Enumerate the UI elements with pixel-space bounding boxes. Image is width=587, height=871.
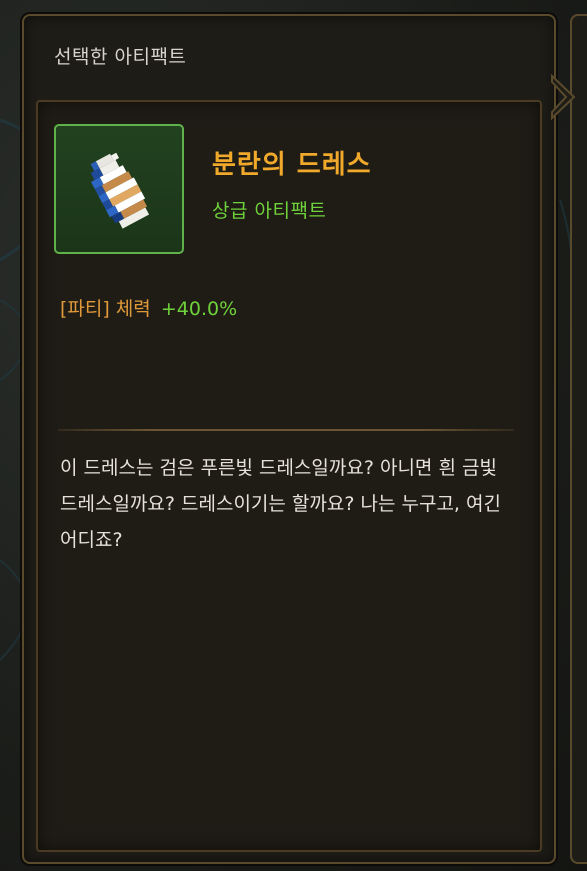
divider [58,429,514,431]
artifact-info-box: 분란의 드레스 상급 아티팩트 [파티] 체력 +40.0% 이 드레스는 검은… [36,100,542,852]
artifact-stat: [파티] 체력 +40.0% [60,294,237,321]
artifact-icon-frame[interactable] [54,124,184,254]
artifact-grade: 상급 아티팩트 [212,200,327,222]
game-screen: 선택한 아티팩트 분란의 드레스 상급 아티팩트 [파티] 체력 +40.0% … [0,0,587,871]
dress-artifact-icon [90,152,150,229]
artifact-description: 이 드레스는 검은 푸른빛 드레스일까요? 아니면 흰 금빛 드레스일까요? 드… [60,457,501,551]
chevron-right-icon [551,73,576,121]
artifact-detail-panel: 선택한 아티팩트 분란의 드레스 상급 아티팩트 [파티] 체력 +40.0% … [22,14,556,864]
panel-title: 선택한 아티팩트 [54,46,187,68]
stat-label: [파티] 체력 [60,298,151,320]
stat-value: +40.0% [160,298,238,320]
adjacent-panel-edge [570,14,587,864]
artifact-name: 분란의 드레스 [212,150,372,180]
